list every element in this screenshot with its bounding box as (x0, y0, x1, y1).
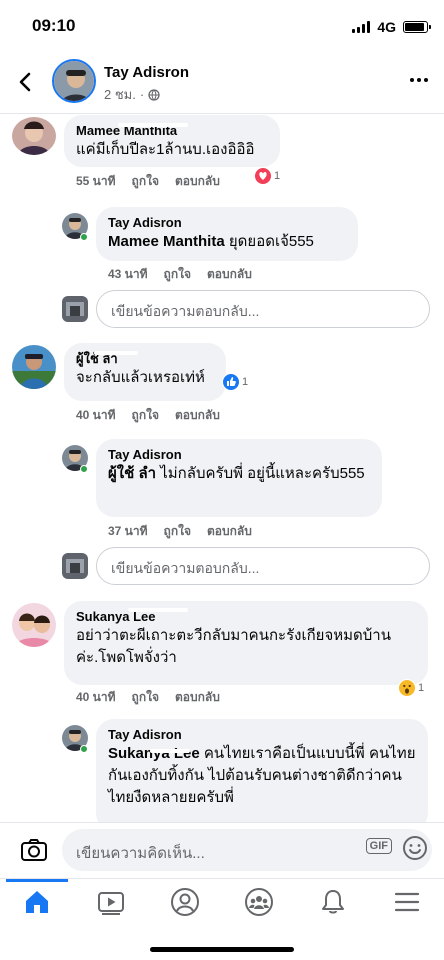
wow-reaction-icon (398, 679, 416, 697)
chevron-left-icon (19, 72, 31, 92)
tab-menu[interactable] (370, 879, 444, 925)
comment-text: อย่าว่าตะผีเถาะตะวีกลับมาคนกะรังเกียจหมด… (76, 627, 391, 666)
groups-icon (245, 888, 273, 916)
avatar (62, 296, 88, 322)
reaction-count[interactable]: 1 (254, 167, 280, 185)
status-time: 09:10 (32, 16, 76, 35)
avatar[interactable] (12, 345, 56, 389)
menu-icon (394, 892, 420, 912)
profile-icon (171, 888, 199, 916)
reaction-count[interactable]: 1 (222, 373, 248, 391)
network-label: 4G (377, 19, 396, 35)
author-name[interactable]: Tay Adisron (104, 64, 189, 81)
signal-icon (352, 21, 371, 33)
love-reaction-icon (254, 167, 272, 185)
comment-time[interactable]: 40 นาที (76, 688, 116, 707)
comment-text: แค่มีเก็บปีละ1ล้านบ.เองอิอิอิ (76, 141, 255, 158)
reaction-count[interactable]: 1 (398, 679, 424, 697)
comment-bubble: ผู้ใช้ ลำ จะกลับแล้วเหรอเท่ห์ (64, 343, 226, 401)
comment-author[interactable]: Tay Adisron (108, 215, 346, 231)
comment-bubble: Sukanya Lee อย่าว่าตะผีเถาะตะวีกลับมาคนก… (64, 601, 428, 685)
like-button[interactable]: ถูกใจ (132, 172, 159, 191)
tab-groups[interactable] (222, 879, 296, 925)
bottom-tab-bar (0, 878, 444, 960)
mention-tag[interactable]: Sukanya Lee (108, 745, 200, 762)
reply-button[interactable]: ตอบกลับ (207, 265, 252, 284)
reply-button[interactable]: ตอบกลับ (175, 688, 220, 707)
reply-bubble: Tay Adisron Mamee Manthita ยุดยอดเจ้555 (96, 207, 358, 261)
comment-time[interactable]: 37 นาที (108, 522, 148, 541)
reply-input[interactable]: เขียนข้อความตอบกลับ... (96, 290, 430, 328)
reply-button[interactable]: ตอบกลับ (175, 406, 220, 425)
more-options-button[interactable] (410, 78, 428, 82)
reply-bubble: Tay Adisron ผู้ใช้ ลำ ไม่กลับครับพี่ อยู… (96, 439, 382, 517)
comment-time[interactable]: 40 นาที (76, 406, 116, 425)
online-indicator (80, 745, 88, 753)
home-icon (26, 891, 48, 913)
tab-profile[interactable] (148, 879, 222, 925)
notifications-icon (322, 890, 344, 914)
globe-icon (148, 88, 160, 101)
comment-author[interactable]: Tay Adisron (108, 447, 370, 463)
battery-icon (403, 21, 431, 33)
avatar[interactable] (12, 117, 56, 155)
camera-button[interactable] (20, 837, 48, 863)
tab-home[interactable] (0, 879, 74, 925)
like-button[interactable]: ถูกใจ (132, 688, 159, 707)
avatar[interactable] (12, 603, 56, 647)
tab-notifications[interactable] (296, 879, 370, 925)
mention-tag[interactable]: Mamee Manthita (108, 233, 225, 250)
back-button[interactable] (14, 70, 38, 94)
avatar[interactable] (52, 59, 96, 103)
like-button[interactable]: ถูกใจ (164, 265, 191, 284)
like-button[interactable]: ถูกใจ (132, 406, 159, 425)
post-header: Tay Adisron 2 ชม. · (0, 50, 444, 114)
mention-tag[interactable]: ผู้ใช้ ลำ (108, 465, 156, 482)
comment-author[interactable]: Tay Adisron (108, 727, 416, 743)
comment-composer: เขียนความคิดเห็น... GIF (0, 822, 444, 878)
tab-watch[interactable] (74, 879, 148, 925)
emoji-icon (403, 836, 427, 860)
home-indicator (150, 947, 294, 952)
gif-button[interactable]: GIF (365, 838, 392, 854)
camera-icon (21, 839, 47, 861)
online-indicator (80, 233, 88, 241)
comment-text: ไม่กลับครับพี่ อยู่นี้แหละครับ555 (160, 465, 365, 482)
comment-author[interactable]: Sukanya Lee (76, 609, 416, 625)
active-tab-indicator (6, 879, 68, 882)
reply-button[interactable]: ตอบกลับ (207, 522, 252, 541)
reply-input[interactable]: เขียนข้อความตอบกลับ... (96, 547, 430, 585)
like-reaction-icon (222, 373, 240, 391)
post-time[interactable]: 2 ชม. (104, 84, 136, 105)
comment-time[interactable]: 43 นาที (108, 265, 148, 284)
comment-text: ยุดยอดเจ้555 (228, 233, 314, 250)
comments-list: Mamee Manthita แค่มีเก็บปีละ1ล้านบ.เองอิ… (0, 115, 444, 822)
avatar (62, 553, 88, 579)
online-indicator (80, 465, 88, 473)
like-button[interactable]: ถูกใจ (164, 522, 191, 541)
reply-bubble: Tay Adisron Sukanya Lee คนไทยเราคือเป็นแ… (96, 719, 428, 822)
status-bar: 09:10 4G (0, 0, 444, 50)
comment-time[interactable]: 55 นาที (76, 172, 116, 191)
comment-text: จะกลับแล้วเหรอเท่ห์ (76, 369, 205, 386)
watch-icon (98, 892, 124, 915)
reply-button[interactable]: ตอบกลับ (175, 172, 220, 191)
emoji-button[interactable] (402, 835, 428, 861)
